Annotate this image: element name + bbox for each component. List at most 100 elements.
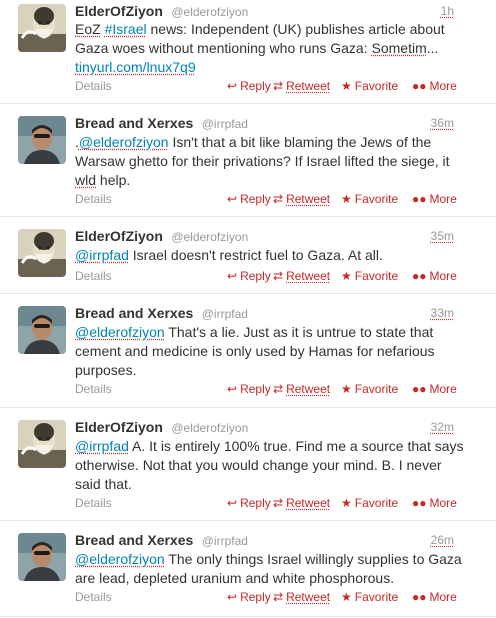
details-link[interactable]: Details (75, 269, 112, 283)
retweet-button[interactable]: ⇄ Retweet (273, 79, 330, 93)
mention-link[interactable]: @irrpfad (75, 247, 129, 263)
url-link[interactable]: tinyurl.com/lnux7q9 (75, 59, 196, 75)
text-fragment: Sometim (371, 40, 427, 56)
details-link[interactable]: Details (75, 590, 112, 604)
favorite-button[interactable]: ★ Favorite (341, 590, 398, 604)
author-handle[interactable]: @irrpfad (202, 534, 248, 548)
avatar[interactable] (18, 306, 66, 354)
tweet-text: @elderofziyon The only things Israel wil… (75, 550, 465, 588)
mention-link[interactable]: @elderofziyon (75, 551, 165, 567)
tweet-timestamp[interactable]: 32m (431, 420, 454, 434)
retweet-button[interactable]: ⇄ Retweet (273, 590, 330, 604)
tweet-timestamp[interactable]: 1h (441, 4, 454, 18)
tweet-timestamp[interactable]: 36m (431, 116, 454, 130)
elder-avatar-icon (18, 420, 66, 468)
author-handle[interactable]: @irrpfad (202, 307, 248, 321)
tweet-text: .@elderofziyon Isn't that a bit like bla… (75, 133, 465, 190)
star-icon: ★ (341, 192, 352, 206)
reply-button[interactable]: ↩ Reply (227, 192, 271, 206)
more-dots-icon: ●● (412, 79, 427, 93)
author-name[interactable]: ElderOfZiyon (75, 3, 163, 19)
author-name[interactable]: ElderOfZiyon (75, 228, 163, 244)
retweet-icon: ⇄ (273, 192, 284, 206)
more-dots-icon: ●● (412, 590, 427, 604)
more-dots-icon: ●● (412, 192, 427, 206)
tweet[interactable]: Bread and Xerxes @irrpfad 33m @elderofzi… (0, 294, 496, 408)
tweet-timestamp[interactable]: 33m (431, 306, 454, 320)
retweet-icon: ⇄ (273, 79, 284, 93)
author-handle[interactable]: @irrpfad (202, 117, 248, 131)
elder-avatar-icon (18, 4, 66, 52)
author-handle[interactable]: @elderofziyon (171, 5, 248, 19)
text-fragment: ... (426, 40, 439, 56)
reply-button[interactable]: ↩ Reply (227, 79, 271, 93)
reply-button[interactable]: ↩ Reply (227, 496, 271, 510)
avatar[interactable] (18, 116, 66, 164)
avatar[interactable] (18, 4, 66, 52)
more-button[interactable]: ●● More (412, 496, 457, 510)
details-link[interactable]: Details (75, 382, 112, 396)
star-icon: ★ (341, 590, 352, 604)
more-dots-icon: ●● (412, 269, 427, 283)
retweet-icon: ⇄ (273, 382, 284, 396)
mention-link[interactable]: @elderofziyon (75, 324, 165, 340)
author-handle[interactable]: @elderofziyon (171, 230, 248, 244)
more-button[interactable]: ●● More (412, 590, 457, 604)
tweet-text: @irrpfad Israel doesn't restrict fuel to… (75, 246, 465, 265)
avatar[interactable] (18, 533, 66, 581)
details-link[interactable]: Details (75, 192, 112, 206)
retweet-button[interactable]: ⇄ Retweet (273, 192, 330, 206)
author-handle[interactable]: @elderofziyon (171, 421, 248, 435)
tweet[interactable]: Bread and Xerxes @irrpfad 26m @elderofzi… (0, 521, 496, 617)
favorite-button[interactable]: ★ Favorite (341, 192, 398, 206)
text-fragment: EoZ (75, 21, 101, 37)
tweet-timestamp[interactable]: 35m (431, 229, 454, 243)
person-avatar-icon (18, 533, 66, 581)
text-fragment: A. It is entirely 100% true. Find me a s… (75, 438, 464, 492)
author-name[interactable]: Bread and Xerxes (75, 305, 193, 321)
details-link[interactable]: Details (75, 496, 112, 510)
details-link[interactable]: Details (75, 79, 112, 93)
more-button[interactable]: ●● More (412, 192, 457, 206)
tweet[interactable]: ElderOfZiyon @elderofziyon 32m @irrpfad … (0, 408, 496, 521)
favorite-button[interactable]: ★ Favorite (341, 269, 398, 283)
text-fragment: Israel doesn't restrict fuel to Gaza. At… (132, 247, 383, 263)
more-button[interactable]: ●● More (412, 79, 457, 93)
author-name[interactable]: Bread and Xerxes (75, 532, 193, 548)
mention-link[interactable]: @elderofziyon (79, 134, 169, 150)
favorite-button[interactable]: ★ Favorite (341, 79, 398, 93)
author-name[interactable]: ElderOfZiyon (75, 419, 163, 435)
tweet-timestamp[interactable]: 26m (431, 533, 454, 547)
text-fragment: help. (96, 172, 131, 188)
reply-button[interactable]: ↩ Reply (227, 382, 271, 396)
favorite-button[interactable]: ★ Favorite (341, 496, 398, 510)
tweet[interactable]: ElderOfZiyon @elderofziyon 1h EoZ #Israe… (0, 0, 496, 104)
reply-icon: ↩ (227, 192, 238, 206)
reply-button[interactable]: ↩ Reply (227, 269, 271, 283)
avatar[interactable] (18, 420, 66, 468)
retweet-icon: ⇄ (273, 496, 284, 510)
star-icon: ★ (341, 496, 352, 510)
reply-button[interactable]: ↩ Reply (227, 590, 271, 604)
tweet-text: @irrpfad A. It is entirely 100% true. Fi… (75, 437, 465, 494)
retweet-button[interactable]: ⇄ Retweet (273, 269, 330, 283)
retweet-button[interactable]: ⇄ Retweet (273, 382, 330, 396)
star-icon: ★ (341, 382, 352, 396)
person-avatar-icon (18, 306, 66, 354)
mention-link[interactable]: @irrpfad (75, 438, 129, 454)
retweet-icon: ⇄ (273, 590, 284, 604)
tweet[interactable]: Bread and Xerxes @irrpfad 36m .@elderofz… (0, 104, 496, 217)
favorite-button[interactable]: ★ Favorite (341, 382, 398, 396)
reply-icon: ↩ (227, 79, 238, 93)
more-button[interactable]: ●● More (412, 382, 457, 396)
tweet[interactable]: ElderOfZiyon @elderofziyon 35m @irrpfad … (0, 217, 496, 294)
more-dots-icon: ●● (412, 382, 427, 396)
author-name[interactable]: Bread and Xerxes (75, 115, 193, 131)
avatar[interactable] (18, 229, 66, 277)
star-icon: ★ (341, 79, 352, 93)
retweet-icon: ⇄ (273, 269, 284, 283)
hashtag-link[interactable]: #Israel (105, 21, 147, 37)
more-button[interactable]: ●● More (412, 269, 457, 283)
text-fragment: wld (75, 172, 97, 188)
retweet-button[interactable]: ⇄ Retweet (273, 496, 330, 510)
